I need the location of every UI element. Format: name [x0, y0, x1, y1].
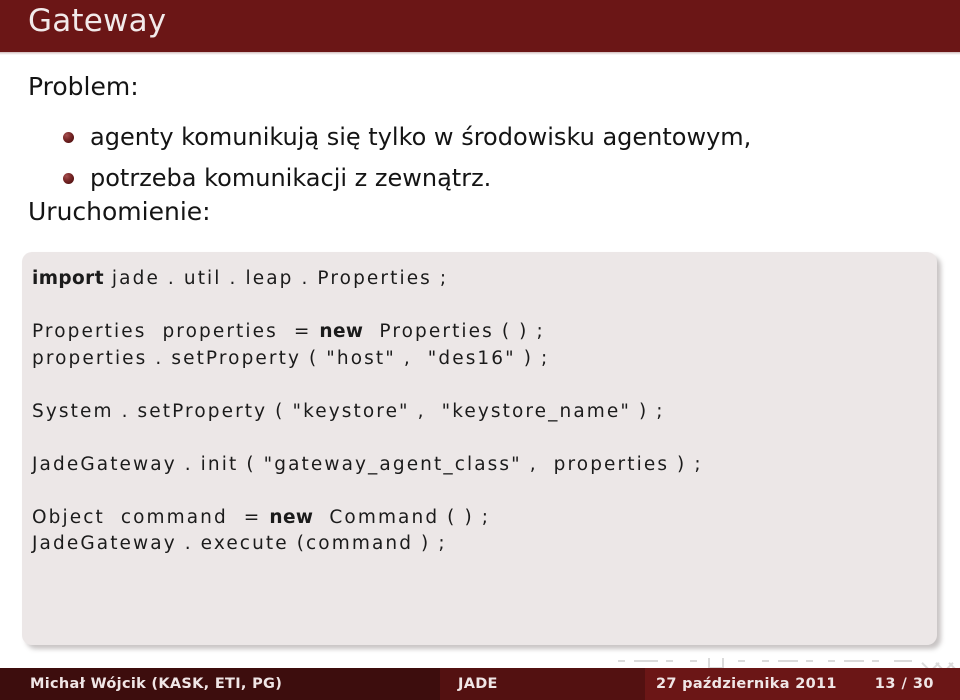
list-item-label: agenty komunikują się tylko w środowisku…: [90, 123, 752, 151]
code-text: System . setProperty ( "keystore" , "key…: [32, 400, 665, 422]
code-text: properties . setProperty ( "host" , "des…: [32, 347, 550, 369]
code-line: System . setProperty ( "keystore" , "key…: [32, 399, 937, 426]
code-keyword: new: [269, 506, 314, 528]
code-keyword: import: [32, 268, 104, 289]
footer-author: Michał Wójcik (KASK, ETI, PG): [0, 668, 440, 700]
footer-date: 27 października 2011: [656, 676, 837, 692]
problem-heading: Problem:: [28, 72, 139, 101]
bullet-dot-icon: [63, 173, 74, 184]
problem-bullet-list: agenty komunikują się tylko w środowisku…: [58, 117, 751, 199]
code-text: JadeGateway . init ( "gateway_agent_clas…: [32, 453, 703, 475]
code-line: JadeGateway . execute (command ) ;: [32, 531, 937, 558]
code-block: import jade . util . leap . Properties ;…: [22, 252, 937, 645]
slide-header: Gateway: [0, 0, 960, 52]
code-text: JadeGateway . execute (command ) ;: [32, 533, 447, 554]
code-text: Command ( ) ;: [313, 506, 491, 528]
code-text: Properties ( ) ;: [363, 321, 545, 342]
slide-footer: Michał Wójcik (KASK, ETI, PG) JADE 27 pa…: [0, 668, 960, 700]
code-text: jade . util . leap . Properties ;: [103, 268, 449, 289]
code-keyword: new: [319, 321, 364, 342]
footer-meta: 27 października 2011 13 / 30: [645, 668, 960, 700]
slide-body: Problem: agenty komunikują się tylko w ś…: [0, 55, 960, 655]
code-line: Object command = new Command ( ) ;: [32, 505, 937, 532]
code-text: Properties properties =: [32, 321, 320, 342]
bullet-dot-icon: [63, 132, 74, 143]
code-line: properties . setProperty ( "host" , "des…: [32, 346, 937, 373]
page-title: Gateway: [28, 3, 167, 39]
list-item-label: potrzeba komunikacji z zewnątrz.: [90, 164, 492, 192]
footer-section: JADE: [440, 668, 645, 700]
code-line: Properties properties = new Properties (…: [32, 319, 937, 346]
footer-page-number: 13 / 30: [874, 676, 934, 692]
code-line: import jade . util . leap . Properties ;: [32, 266, 937, 293]
beamer-navigation-symbols[interactable]: [618, 652, 960, 673]
list-item: agenty komunikują się tylko w środowisku…: [58, 117, 751, 158]
code-text: Object command =: [32, 506, 270, 528]
code-listing: import jade . util . leap . Properties ;…: [32, 266, 937, 645]
uruchomienie-heading: Uruchomienie:: [28, 197, 211, 226]
code-line: JadeGateway . init ( "gateway_agent_clas…: [32, 452, 937, 479]
list-item: potrzeba komunikacji z zewnątrz.: [58, 158, 751, 199]
